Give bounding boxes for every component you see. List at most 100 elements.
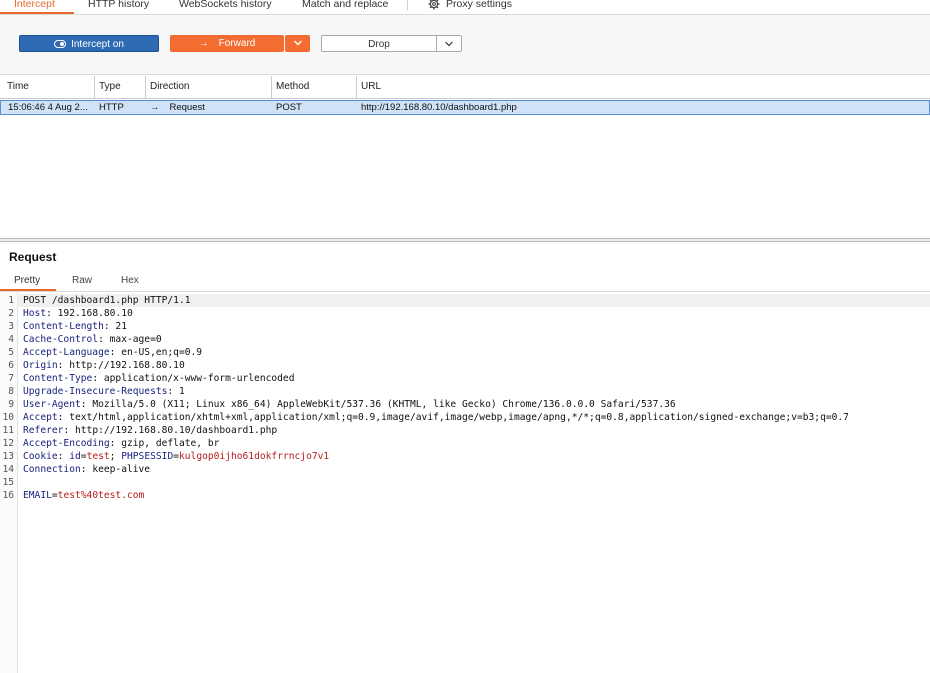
code-line: 16 EMAIL=test%40test.com (0, 489, 930, 502)
header-value: : gzip, deflate, br (109, 438, 220, 449)
code-line: 1 POST /dashboard1.php HTTP/1.1 (0, 294, 930, 307)
gear-icon[interactable] (428, 0, 440, 10)
column-header-type[interactable]: Type (95, 76, 146, 98)
tab-separator (407, 0, 408, 10)
request-line: POST /dashboard1.php HTTP/1.1 (23, 295, 191, 306)
code-line: 2 Host: 192.168.80.10 (0, 307, 930, 320)
header-name: Accept-Encoding (23, 438, 110, 449)
code-line: 15 (0, 476, 930, 489)
header-name: Cookie (23, 451, 58, 462)
line-number: 6 (8, 360, 14, 371)
line-number: 2 (8, 308, 14, 319)
cookie-separator: ; (109, 451, 122, 462)
cell-direction-label: Request (169, 102, 205, 113)
cell-url: http://192.168.80.10/dashboard1.php (361, 102, 517, 113)
subtab-divider (0, 291, 930, 292)
intercept-toggle-button[interactable]: Intercept on (19, 35, 159, 52)
line-number: 1 (8, 295, 14, 306)
tab-intercept[interactable]: Intercept (14, 0, 55, 12)
column-header-url[interactable]: URL (357, 76, 930, 98)
tab-proxy-settings[interactable]: Proxy settings (446, 0, 512, 12)
chevron-down-icon (445, 41, 453, 47)
arrow-right-icon: → (198, 38, 209, 49)
forward-label: Forward (218, 38, 256, 49)
header-value: : application/x-www-form-urlencoded (92, 373, 295, 384)
header-name: Accept (23, 412, 58, 423)
active-tab-indicator (0, 12, 74, 14)
forward-button[interactable]: → Forward (170, 35, 284, 52)
line-number: 3 (8, 321, 14, 332)
header-name: User-Agent (23, 399, 81, 410)
intercept-toolbar: Intercept on → Forward Drop (0, 15, 930, 75)
tab-websockets-history[interactable]: WebSockets history (179, 0, 272, 12)
code-line: 13 Cookie: id=test; PHPSESSID=kulgop0ijho… (0, 450, 930, 463)
line-number: 10 (2, 412, 14, 423)
header-name: Accept-Language (23, 347, 110, 358)
header-name: Content-Length (23, 321, 104, 332)
cookie-name: id (69, 451, 81, 462)
header-separator: : (57, 451, 70, 462)
column-header-time[interactable]: Time (3, 76, 95, 98)
line-number: 11 (2, 425, 14, 436)
header-value: : 21 (103, 321, 127, 332)
code-line: 11 Referer: http://192.168.80.10/dashboar… (0, 424, 930, 437)
header-name: Cache-Control (23, 334, 99, 345)
toggle-icon (54, 40, 67, 49)
header-value: : 1 (167, 386, 185, 397)
tab-pretty[interactable]: Pretty (14, 275, 40, 286)
body-param-name: EMAIL (23, 490, 52, 501)
proxy-tab-bar: Intercept HTTP history WebSockets histor… (0, 0, 930, 15)
chevron-down-icon (293, 40, 302, 46)
code-line: 6 Origin: http://192.168.80.10 (0, 359, 930, 372)
table-row[interactable]: 15:06:46 4 Aug 2... HTTP → Request POST h… (0, 100, 930, 115)
column-header-direction[interactable]: Direction (146, 76, 272, 98)
intercept-table-header: Time Type Direction Method URL (0, 76, 930, 99)
line-number: 16 (2, 490, 14, 501)
line-number: 8 (8, 386, 14, 397)
header-value: : Mozilla/5.0 (X11; Linux x86_64) AppleW… (80, 399, 676, 410)
column-header-method[interactable]: Method (272, 76, 357, 98)
cell-direction: → Request (143, 101, 269, 114)
code-line: 4 Cache-Control: max-age=0 (0, 333, 930, 346)
tab-raw[interactable]: Raw (72, 275, 92, 286)
header-name: Origin (23, 360, 58, 371)
header-value: : http://192.168.80.10/dashboard1.php (63, 425, 278, 436)
line-number: 7 (8, 373, 14, 384)
cookie-value: test (86, 451, 110, 462)
body-param-value: test%40test.com (57, 490, 145, 501)
request-title: Request (9, 250, 57, 264)
line-number: 5 (8, 347, 14, 358)
header-value: : keep-alive (80, 464, 151, 475)
drop-label: Drop (368, 39, 390, 50)
code-line: 8 Upgrade-Insecure-Requests: 1 (0, 385, 930, 398)
header-name: Referer (23, 425, 64, 436)
line-number: 15 (2, 477, 14, 488)
pane-splitter[interactable] (0, 238, 930, 242)
code-line: 7 Content-Type: application/x-www-form-ur… (0, 372, 930, 385)
header-value: : text/html,application/xhtml+xml,applic… (57, 412, 849, 423)
header-name: Connection (23, 464, 81, 475)
arrow-right-icon: → (150, 102, 160, 113)
tab-match-and-replace[interactable]: Match and replace (302, 0, 388, 12)
cell-time: 15:06:46 4 Aug 2... (8, 102, 88, 113)
line-number: 12 (2, 438, 14, 449)
header-value: : 192.168.80.10 (46, 308, 133, 319)
drop-dropdown-button[interactable] (436, 35, 462, 52)
cookie-name: PHPSESSID (121, 451, 174, 462)
line-number: 9 (8, 399, 14, 410)
tab-http-history[interactable]: HTTP history (88, 0, 149, 12)
code-line: 14 Connection: keep-alive (0, 463, 930, 476)
forward-dropdown-button[interactable] (285, 35, 310, 52)
header-value: : max-age=0 (98, 334, 162, 345)
code-line: 10 Accept: text/html,application/xhtml+xm… (0, 411, 930, 424)
cookie-value: kulgop0ijho61dokfrrncjo7v1 (179, 451, 330, 462)
cell-type: HTTP (99, 102, 124, 113)
drop-button[interactable]: Drop (321, 35, 436, 52)
line-number: 4 (8, 334, 14, 345)
header-name: Upgrade-Insecure-Requests (23, 386, 168, 397)
tab-hex[interactable]: Hex (121, 275, 139, 286)
header-name: Content-Type (23, 373, 93, 384)
code-line: 5 Accept-Language: en-US,en;q=0.9 (0, 346, 930, 359)
header-name: Host (23, 308, 47, 319)
request-editor[interactable]: 1 POST /dashboard1.php HTTP/1.1 2 Host: 19… (0, 294, 930, 502)
